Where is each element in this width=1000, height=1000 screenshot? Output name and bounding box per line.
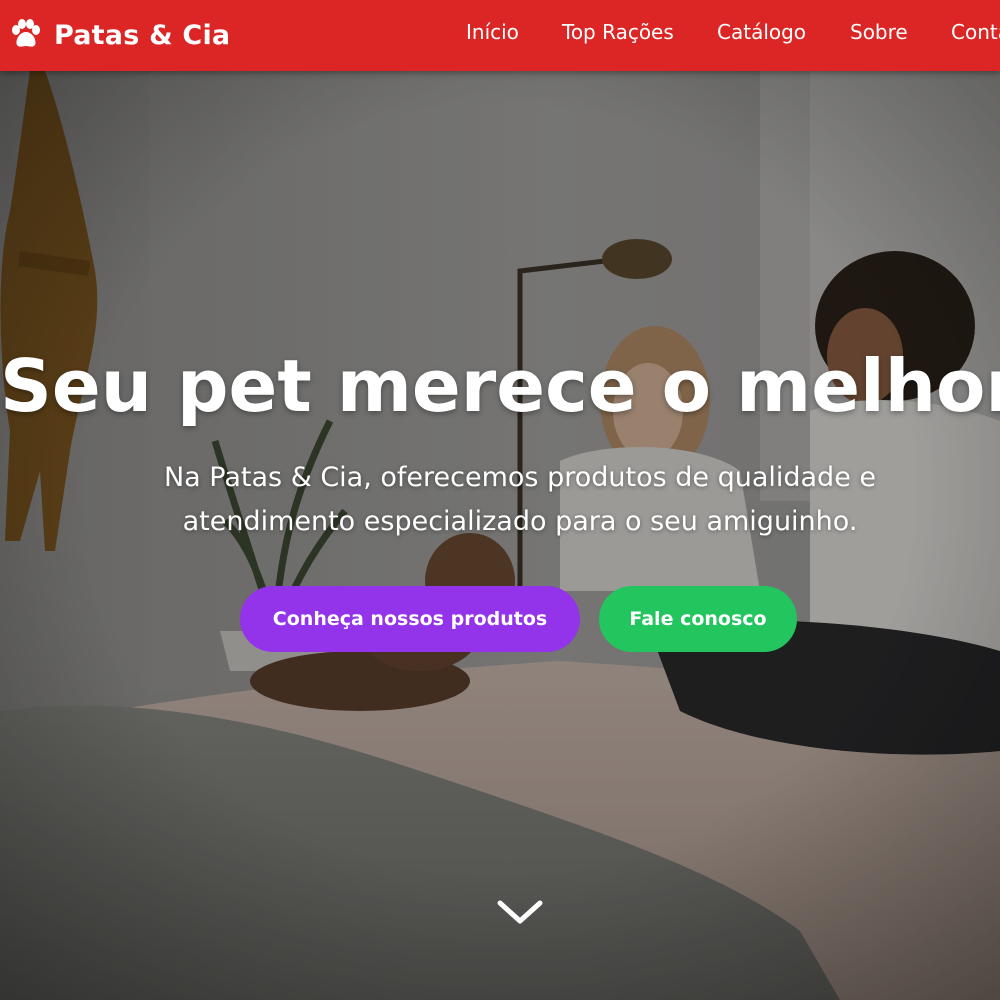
chevron-down-icon[interactable] — [495, 895, 545, 929]
products-button[interactable]: Conheça nossos produtos — [240, 586, 580, 652]
nav-link-top-racoes[interactable]: Top Rações — [562, 20, 674, 44]
navbar: Patas & Cia Início Top Rações Catálogo S… — [0, 0, 1000, 71]
brand-name: Patas & Cia — [54, 19, 231, 51]
nav-link-contato[interactable]: Contato — [951, 20, 1000, 44]
brand-logo[interactable]: Patas & Cia — [8, 14, 230, 56]
contact-button[interactable]: Fale conosco — [599, 586, 797, 652]
hero-section: Seu pet merece o melhor Na Patas & Cia, … — [0, 71, 1000, 1000]
hero-subtitle: Na Patas & Cia, oferecemos produtos de q… — [163, 462, 877, 537]
nav-link-catalogo[interactable]: Catálogo — [717, 20, 806, 44]
nav-link-sobre[interactable]: Sobre — [850, 20, 908, 44]
hero-title: Seu pet merece o melhor — [0, 344, 1000, 428]
paw-icon — [12, 19, 40, 47]
nav-link-inicio[interactable]: Início — [466, 20, 519, 44]
